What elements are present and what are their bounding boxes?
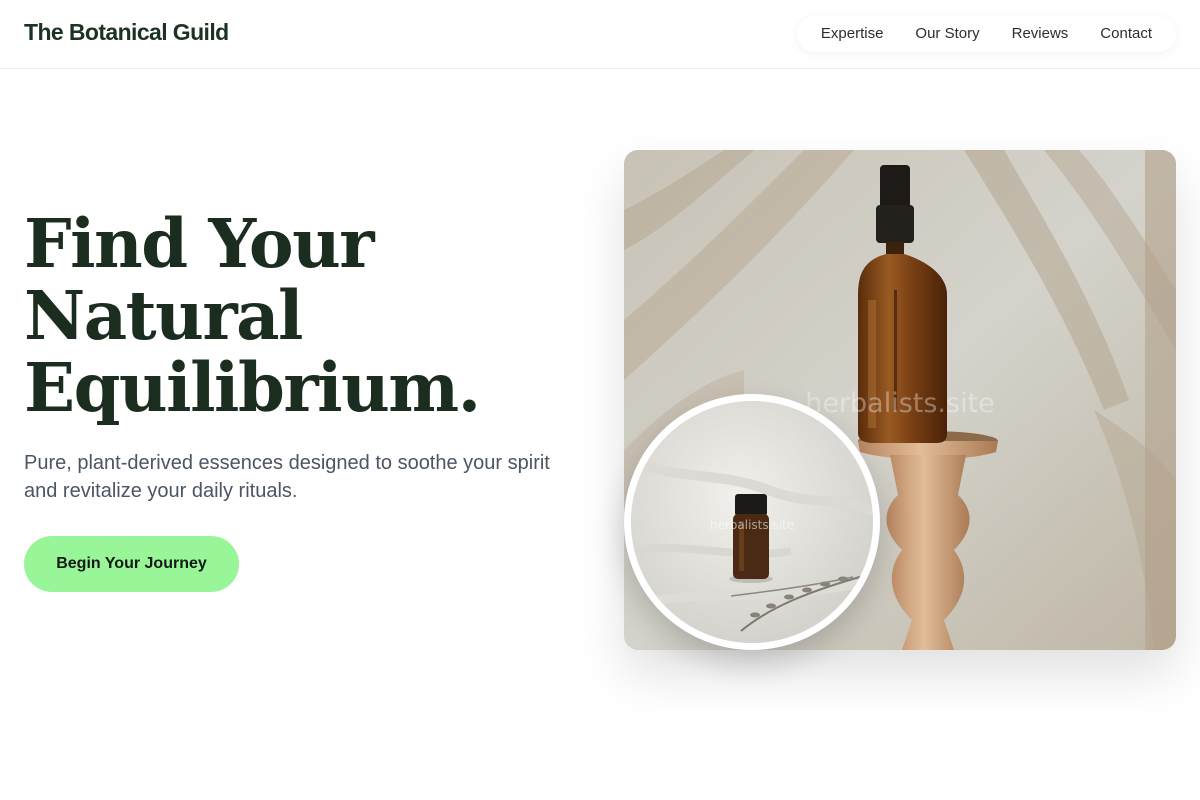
hero-subtitle: Pure, plant-derived essences designed to… — [24, 452, 550, 502]
nav-link-reviews[interactable]: Reviews — [996, 16, 1085, 52]
hero-title-line-3: Equilibrium. — [24, 348, 481, 427]
brand-logo[interactable]: The Botanical Guild — [24, 19, 229, 46]
inset-image-watermark: herbalists.site — [709, 518, 795, 532]
nav-link-our-story[interactable]: Our Story — [899, 16, 995, 52]
main-nav: Expertise Our Story Reviews Contact — [796, 16, 1176, 52]
site-header: The Botanical Guild Expertise Our Story … — [0, 0, 1200, 69]
hero-title: Find Your Natural Equilibrium. — [24, 208, 584, 424]
nav-link-contact[interactable]: Contact — [1084, 16, 1168, 52]
inset-circle-photo: herbalists.site — [624, 394, 880, 650]
nav-link-expertise[interactable]: Expertise — [805, 16, 900, 52]
begin-journey-button[interactable]: Begin Your Journey — [24, 536, 239, 592]
hero-title-line-1: Find Your — [24, 204, 375, 283]
hero-title-line-2: Natural — [24, 276, 303, 355]
